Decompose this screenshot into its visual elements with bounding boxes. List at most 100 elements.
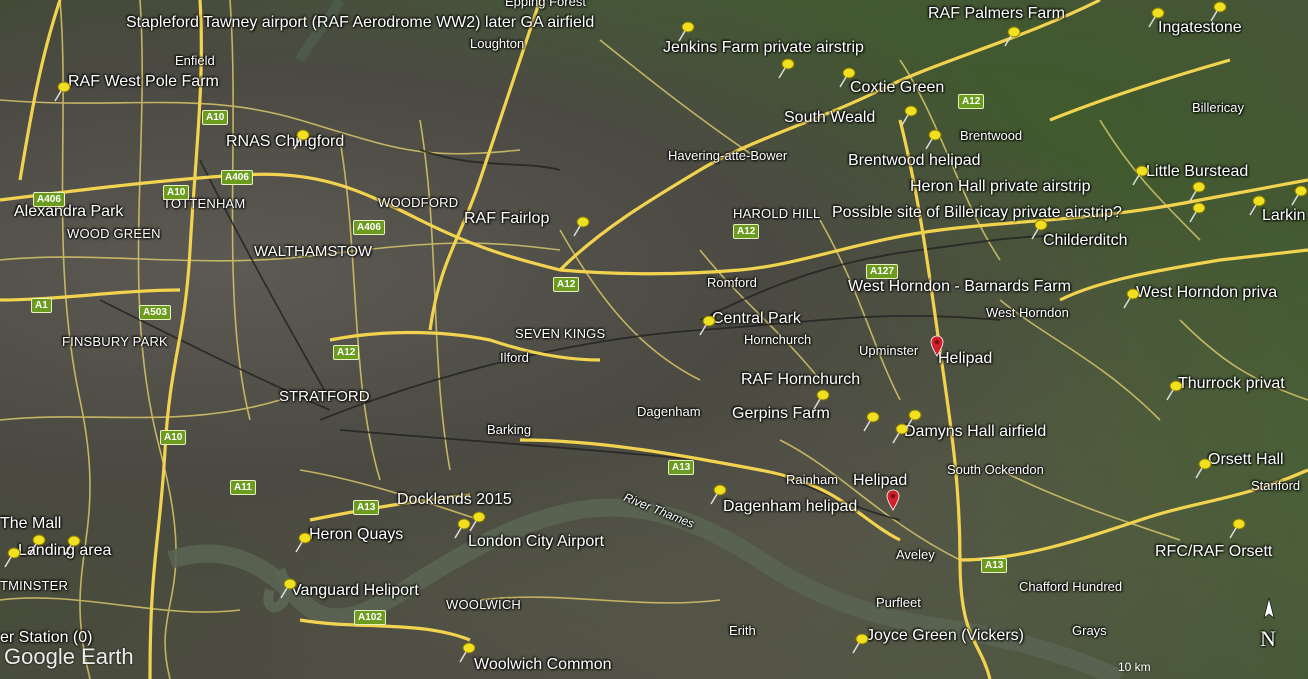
pushpin-icon[interactable] <box>898 104 920 126</box>
poi-label[interactable]: Helipad <box>938 350 992 368</box>
poi-label[interactable]: London City Airport <box>468 533 604 551</box>
road-shield: A12 <box>958 94 985 109</box>
poi-label[interactable]: Vanguard Heliport <box>291 582 419 600</box>
poi-label[interactable]: Little Burstead <box>1146 163 1248 181</box>
pushpin-icon[interactable] <box>570 215 592 237</box>
pushpin-icon[interactable] <box>1120 287 1142 309</box>
pushpin-icon[interactable] <box>849 632 871 654</box>
place-label: Grays <box>1072 623 1107 638</box>
pushpin-icon[interactable] <box>1129 164 1151 186</box>
pushpin-icon[interactable] <box>902 408 924 430</box>
pushpin-icon[interactable] <box>860 410 882 432</box>
road-shield: A503 <box>139 305 171 320</box>
road-shield: A12 <box>733 224 760 239</box>
poi-label[interactable]: Dagenham helipad <box>723 498 857 516</box>
place-label: Epping Forest <box>505 0 586 9</box>
poi-label[interactable]: Larkin <box>1262 207 1306 225</box>
pushpin-icon[interactable] <box>51 80 73 102</box>
poi-label[interactable]: South Weald <box>784 109 875 127</box>
poi-label[interactable]: Helipad <box>853 472 907 490</box>
poi-label[interactable]: Stapleford Tawney airport (RAF Aerodrome… <box>126 14 594 32</box>
poi-label[interactable]: Brentwood helipad <box>848 152 981 170</box>
road-shield: A10 <box>202 110 229 125</box>
place-label: WOODFORD <box>378 195 459 210</box>
pushpin-icon[interactable] <box>1226 517 1248 539</box>
poi-label[interactable]: Damyns Hall airfield <box>904 423 1046 441</box>
pushpin-icon[interactable] <box>290 128 312 150</box>
poi-label[interactable]: The Mall <box>0 515 61 533</box>
pushpin-icon[interactable] <box>1001 25 1023 47</box>
road-shield: A406 <box>221 170 253 185</box>
pushpin-icon[interactable] <box>292 531 314 553</box>
place-label: Dagenham <box>637 404 701 419</box>
pushpin-icon[interactable] <box>775 57 797 79</box>
red-pin-icon[interactable] <box>930 335 944 357</box>
pushpin-icon[interactable] <box>1288 184 1308 206</box>
pushpin-icon[interactable] <box>696 314 718 336</box>
poi-label[interactable]: Central Park <box>712 310 801 328</box>
pushpin-icon[interactable] <box>1246 194 1268 216</box>
poi-label[interactable]: Childerditch <box>1043 232 1127 250</box>
place-label: Upminster <box>859 343 919 358</box>
road-shield: A13 <box>668 460 695 475</box>
pushpin-icon[interactable] <box>1145 6 1167 28</box>
poi-label[interactable]: Docklands 2015 <box>397 491 512 509</box>
pushpin-icon[interactable] <box>1186 180 1208 202</box>
poi-label[interactable]: Heron Quays <box>309 526 403 544</box>
road-shield: A12 <box>333 345 360 360</box>
road-shield: A406 <box>33 192 65 207</box>
pushpin-icon[interactable] <box>456 641 478 663</box>
road-shield: A10 <box>160 430 187 445</box>
pushpin-icon[interactable] <box>1186 201 1208 223</box>
poi-label[interactable]: West Horndon priva <box>1136 284 1277 302</box>
poi-label[interactable]: RAF Palmers Farm <box>928 5 1065 23</box>
pushpin-icon[interactable] <box>1 546 23 568</box>
pushpin-icon[interactable] <box>922 128 944 150</box>
poi-label[interactable]: Thurrock privat <box>1178 375 1285 393</box>
poi-label[interactable]: Possible site of Billericay private airs… <box>832 204 1122 222</box>
place-label: South Ockendon <box>947 462 1044 477</box>
poi-label[interactable]: Heron Hall private airstrip <box>910 178 1091 196</box>
poi-label[interactable]: RAF Hornchurch <box>741 371 860 389</box>
poi-label[interactable]: Woolwich Common <box>474 656 612 674</box>
place-label: West Horndon <box>986 305 1069 320</box>
pushpin-icon[interactable] <box>836 66 858 88</box>
poi-label[interactable]: RAF West Pole Farm <box>68 73 219 91</box>
poi-label[interactable]: Ingatestone <box>1158 19 1242 37</box>
pushpin-icon[interactable] <box>1163 379 1185 401</box>
pushpin-icon[interactable] <box>707 483 729 505</box>
pushpin-icon[interactable] <box>1028 218 1050 240</box>
poi-label[interactable]: Alexandra Park <box>14 203 123 221</box>
place-label: Barking <box>487 422 532 437</box>
place-label: Havering-atte-Bower <box>668 148 788 163</box>
pushpin-icon[interactable] <box>61 534 83 556</box>
place-label: Chafford Hundred <box>1019 579 1123 594</box>
poi-label[interactable]: RFC/RAF Orsett <box>1155 543 1272 561</box>
pushpin-icon[interactable] <box>1207 0 1229 22</box>
road-shield: A102 <box>354 610 386 625</box>
road-shield: A13 <box>981 558 1008 573</box>
google-earth-logo: Google Earth <box>4 644 134 669</box>
poi-label[interactable]: RAF Fairlop <box>464 210 549 228</box>
pushpin-icon[interactable] <box>451 517 473 539</box>
place-label: SEVEN KINGS <box>515 326 606 341</box>
scale-label: 10 km <box>1118 660 1151 674</box>
poi-label[interactable]: Orsett Hall <box>1208 451 1284 469</box>
red-pin-icon[interactable] <box>886 489 900 511</box>
north-label: N <box>1260 626 1276 651</box>
poi-label[interactable]: RNAS Chingford <box>226 133 344 151</box>
north-arrow-icon[interactable]: N <box>1256 596 1282 656</box>
pushpin-icon[interactable] <box>810 388 832 410</box>
poi-label[interactable]: West Horndon - Barnards Farm <box>848 278 1071 296</box>
pushpin-icon[interactable] <box>277 577 299 599</box>
place-label: Ilford <box>500 350 529 365</box>
poi-label[interactable]: Coxtie Green <box>850 79 944 97</box>
pushpin-icon[interactable] <box>675 20 697 42</box>
place-label: Romford <box>707 275 757 290</box>
road-shield: A1 <box>31 298 52 313</box>
pushpin-icon[interactable] <box>26 533 48 555</box>
poi-label[interactable]: Joyce Green (Vickers) <box>866 627 1024 645</box>
place-label: WOOD GREEN <box>67 226 161 241</box>
pushpin-icon[interactable] <box>1192 457 1214 479</box>
map-view[interactable]: Epping Forest Loughton Enfield TOTTENHAM… <box>0 0 1308 679</box>
